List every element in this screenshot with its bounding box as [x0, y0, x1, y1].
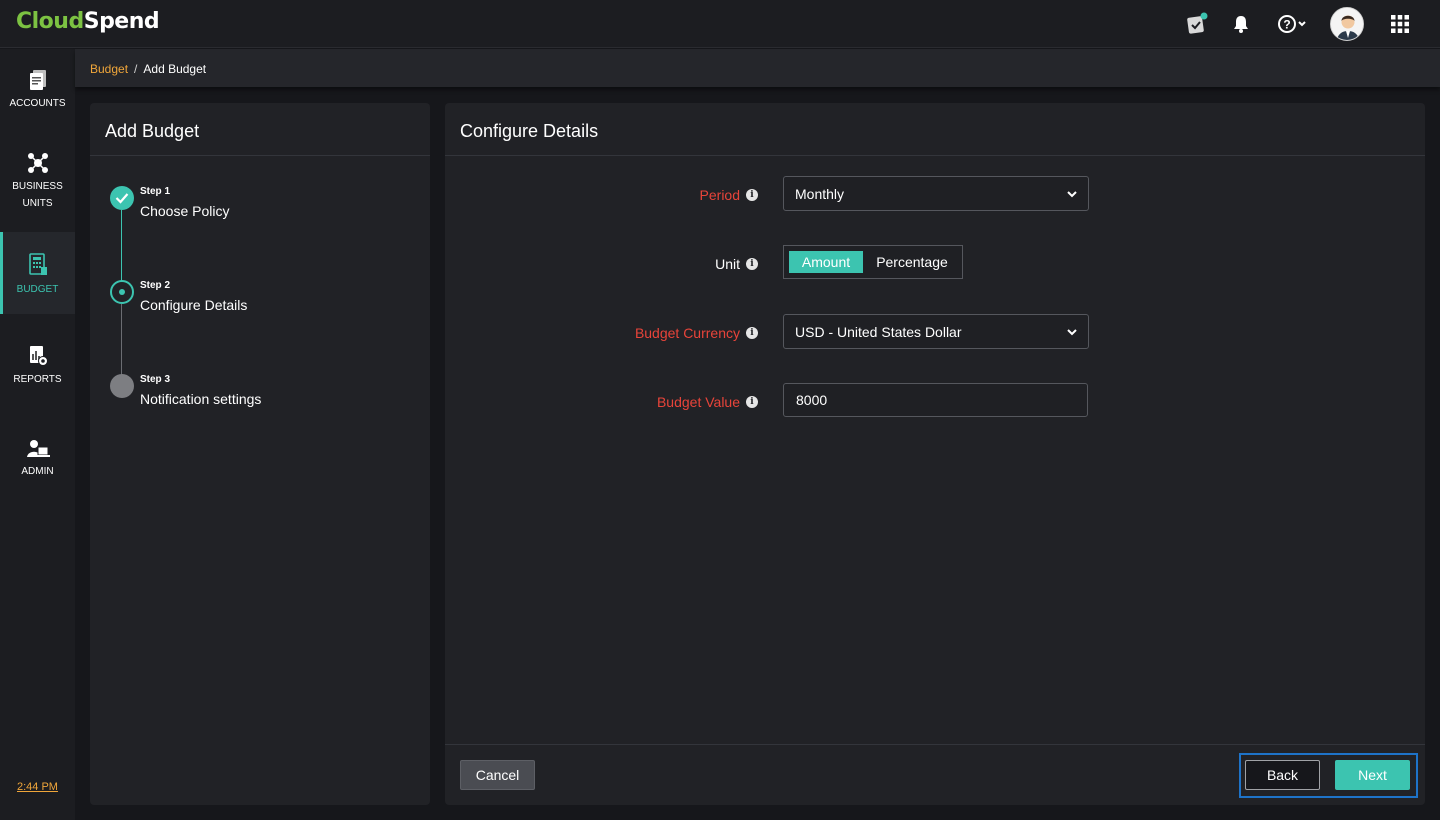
step-number: Step 3	[140, 374, 171, 385]
business-units-icon	[27, 153, 48, 173]
step-current-icon	[110, 280, 134, 304]
nav-label-business: BUSINESS	[12, 181, 63, 192]
unit-option-amount[interactable]: Amount	[789, 251, 863, 273]
top-bar: CloudSpend ?	[0, 0, 1440, 48]
avatar[interactable]	[1330, 7, 1364, 41]
period-select[interactable]: Monthly	[783, 176, 1089, 211]
admin-icon	[26, 440, 50, 457]
breadcrumb-budget-link[interactable]: Budget	[90, 62, 128, 76]
budget-icon	[28, 253, 47, 275]
info-icon[interactable]: i	[746, 396, 758, 408]
step-pending-icon	[110, 374, 134, 398]
nav-item-reports[interactable]: REPORTS	[0, 345, 75, 388]
checklist-icon[interactable]	[1183, 10, 1211, 38]
nav-item-business-units[interactable]: BUSINESS UNITS	[0, 152, 75, 212]
cancel-button[interactable]: Cancel	[460, 760, 535, 790]
bell-icon[interactable]	[1227, 10, 1255, 38]
help-icon[interactable]: ?	[1276, 10, 1310, 38]
step-name: Notification settings	[140, 391, 262, 407]
currency-select[interactable]: USD - United States Dollar	[783, 314, 1089, 349]
left-nav: ACCOUNTS BUSINESS UNITS BUDGET REPORTS A…	[0, 49, 75, 820]
step-connector	[121, 210, 122, 287]
nav-label-units: UNITS	[22, 198, 53, 209]
info-icon[interactable]: i	[746, 327, 758, 339]
unit-option-percentage[interactable]: Percentage	[864, 251, 960, 273]
apps-grid-icon[interactable]	[1386, 10, 1414, 38]
nav-item-accounts[interactable]: ACCOUNTS	[0, 69, 75, 112]
chevron-down-icon	[1067, 191, 1077, 198]
unit-toggle: Amount Percentage	[783, 245, 963, 279]
breadcrumb: Budget / Add Budget	[90, 62, 206, 76]
divider	[90, 155, 430, 156]
step-connector	[121, 304, 122, 375]
step-complete-icon	[110, 186, 134, 210]
step-number: Step 1	[140, 186, 171, 197]
reports-icon	[29, 346, 48, 366]
chevron-down-icon	[1067, 329, 1077, 336]
divider	[445, 155, 1425, 156]
section-title: Configure Details	[460, 121, 599, 141]
breadcrumb-separator: /	[134, 62, 138, 76]
breadcrumb-bar: Budget / Add Budget	[75, 49, 1440, 87]
clock: 2:44 PM	[17, 781, 58, 793]
info-icon[interactable]: i	[746, 258, 758, 270]
nav-item-admin[interactable]: ADMIN	[0, 439, 75, 480]
accounts-icon	[29, 70, 46, 90]
budget-currency-label: Budget Currency i	[635, 325, 758, 341]
budget-value-label: Budget Value i	[657, 394, 758, 410]
wizard-title: Add Budget	[105, 121, 200, 141]
step-name: Configure Details	[140, 297, 248, 313]
unit-label: Unit i	[715, 256, 758, 272]
svg-text:?: ?	[1283, 18, 1290, 32]
divider	[445, 744, 1425, 745]
nav-item-budget[interactable]: BUDGET	[0, 232, 75, 314]
focus-outline	[1239, 753, 1418, 798]
period-label: Period i	[700, 187, 758, 203]
budget-value-input[interactable]	[783, 383, 1088, 417]
info-icon[interactable]: i	[746, 189, 758, 201]
step-name: Choose Policy	[140, 203, 230, 219]
wizard-steps-panel: Add Budget Step 1 Choose Policy Step 2 C…	[90, 103, 430, 805]
breadcrumb-current: Add Budget	[143, 62, 207, 76]
step-number: Step 2	[140, 280, 171, 291]
app-logo[interactable]: CloudSpend	[16, 9, 160, 34]
